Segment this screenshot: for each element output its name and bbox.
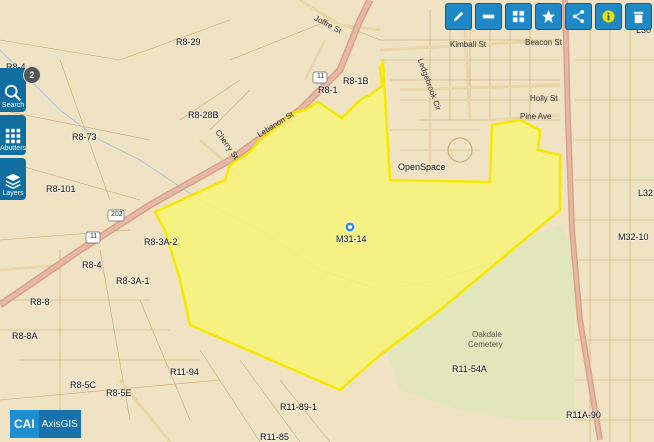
parcel-label: R11-85 <box>260 432 289 442</box>
open-space-label: OpenSpace <box>398 162 446 172</box>
star-icon <box>541 9 556 24</box>
parcel-label: R11-89-1 <box>280 402 317 412</box>
draw-button[interactable] <box>445 3 472 30</box>
route-202-label: 202 <box>111 211 123 218</box>
share-icon <box>572 9 585 24</box>
map-pin-icon[interactable] <box>343 221 357 235</box>
parcel-label: R8-4 <box>82 260 102 270</box>
share-button[interactable] <box>565 3 592 30</box>
cai-logo: CAI AxisGIS <box>10 410 81 438</box>
street-beacon: Beacon St <box>525 38 562 47</box>
selected-parcel-label: M31-14 <box>336 234 367 244</box>
logo-product: AxisGIS <box>38 410 81 438</box>
grid-icon <box>512 10 525 23</box>
abutters-button[interactable]: Abutters <box>0 115 26 155</box>
parcel-label: R8-5E <box>106 388 132 398</box>
layers-label: Layers <box>2 190 24 197</box>
layers-icon <box>5 173 21 189</box>
parcel-label: R8-3A-1 <box>116 276 150 286</box>
parcel-label: R8-3A-2 <box>144 237 178 247</box>
parcel-label: R8-101 <box>46 184 76 194</box>
route-11-label-b: 11 <box>317 73 325 80</box>
parcel-label: R8-1B <box>343 76 369 86</box>
search-label: Search <box>1 102 25 109</box>
parcel-label: R8-8 <box>30 297 50 307</box>
parcel-label: R8-73 <box>72 132 97 142</box>
search-icon <box>4 84 21 101</box>
street-kimball: Kimball St <box>450 40 487 49</box>
abutters-label: Abutters <box>0 145 27 152</box>
street-pine: Pine Ave <box>520 112 552 121</box>
parcel-label: L32 <box>638 188 654 198</box>
map-canvas[interactable] <box>0 0 654 442</box>
map-toolbar <box>445 3 652 30</box>
parcel-label: R8-5C <box>70 380 97 390</box>
clear-button[interactable] <box>625 3 652 30</box>
parcel-label: R8-28B <box>188 110 219 120</box>
street-holly: Holly St <box>530 94 558 103</box>
parcel-label: R11-54A <box>452 364 487 374</box>
parcel-label: R11-94 <box>170 367 199 377</box>
favorites-button[interactable] <box>535 3 562 30</box>
route-11-label-a: 11 <box>90 233 98 240</box>
parcel-label: R8-1 <box>318 85 338 95</box>
selection-count-badge: 2 <box>23 66 41 84</box>
parcel-label: R8-29 <box>176 37 201 47</box>
layers-button[interactable]: Layers <box>0 158 26 200</box>
info-button[interactable] <box>595 3 622 30</box>
measure-button[interactable] <box>475 3 502 30</box>
cemetery-type: Cemetery <box>468 340 503 349</box>
abutters-icon <box>5 128 21 144</box>
logo-brand: CAI <box>10 410 39 438</box>
pencil-icon <box>453 11 464 22</box>
parcel-label: R8-8A <box>12 331 38 341</box>
parcel-label: M32-10 <box>618 232 649 242</box>
parcel-label: R11A-90 <box>566 410 601 420</box>
info-icon <box>602 10 615 23</box>
basemap-button[interactable] <box>505 3 532 30</box>
trash-icon <box>633 11 644 24</box>
ruler-icon <box>482 14 495 19</box>
cemetery-name: Oakdale <box>472 330 502 339</box>
